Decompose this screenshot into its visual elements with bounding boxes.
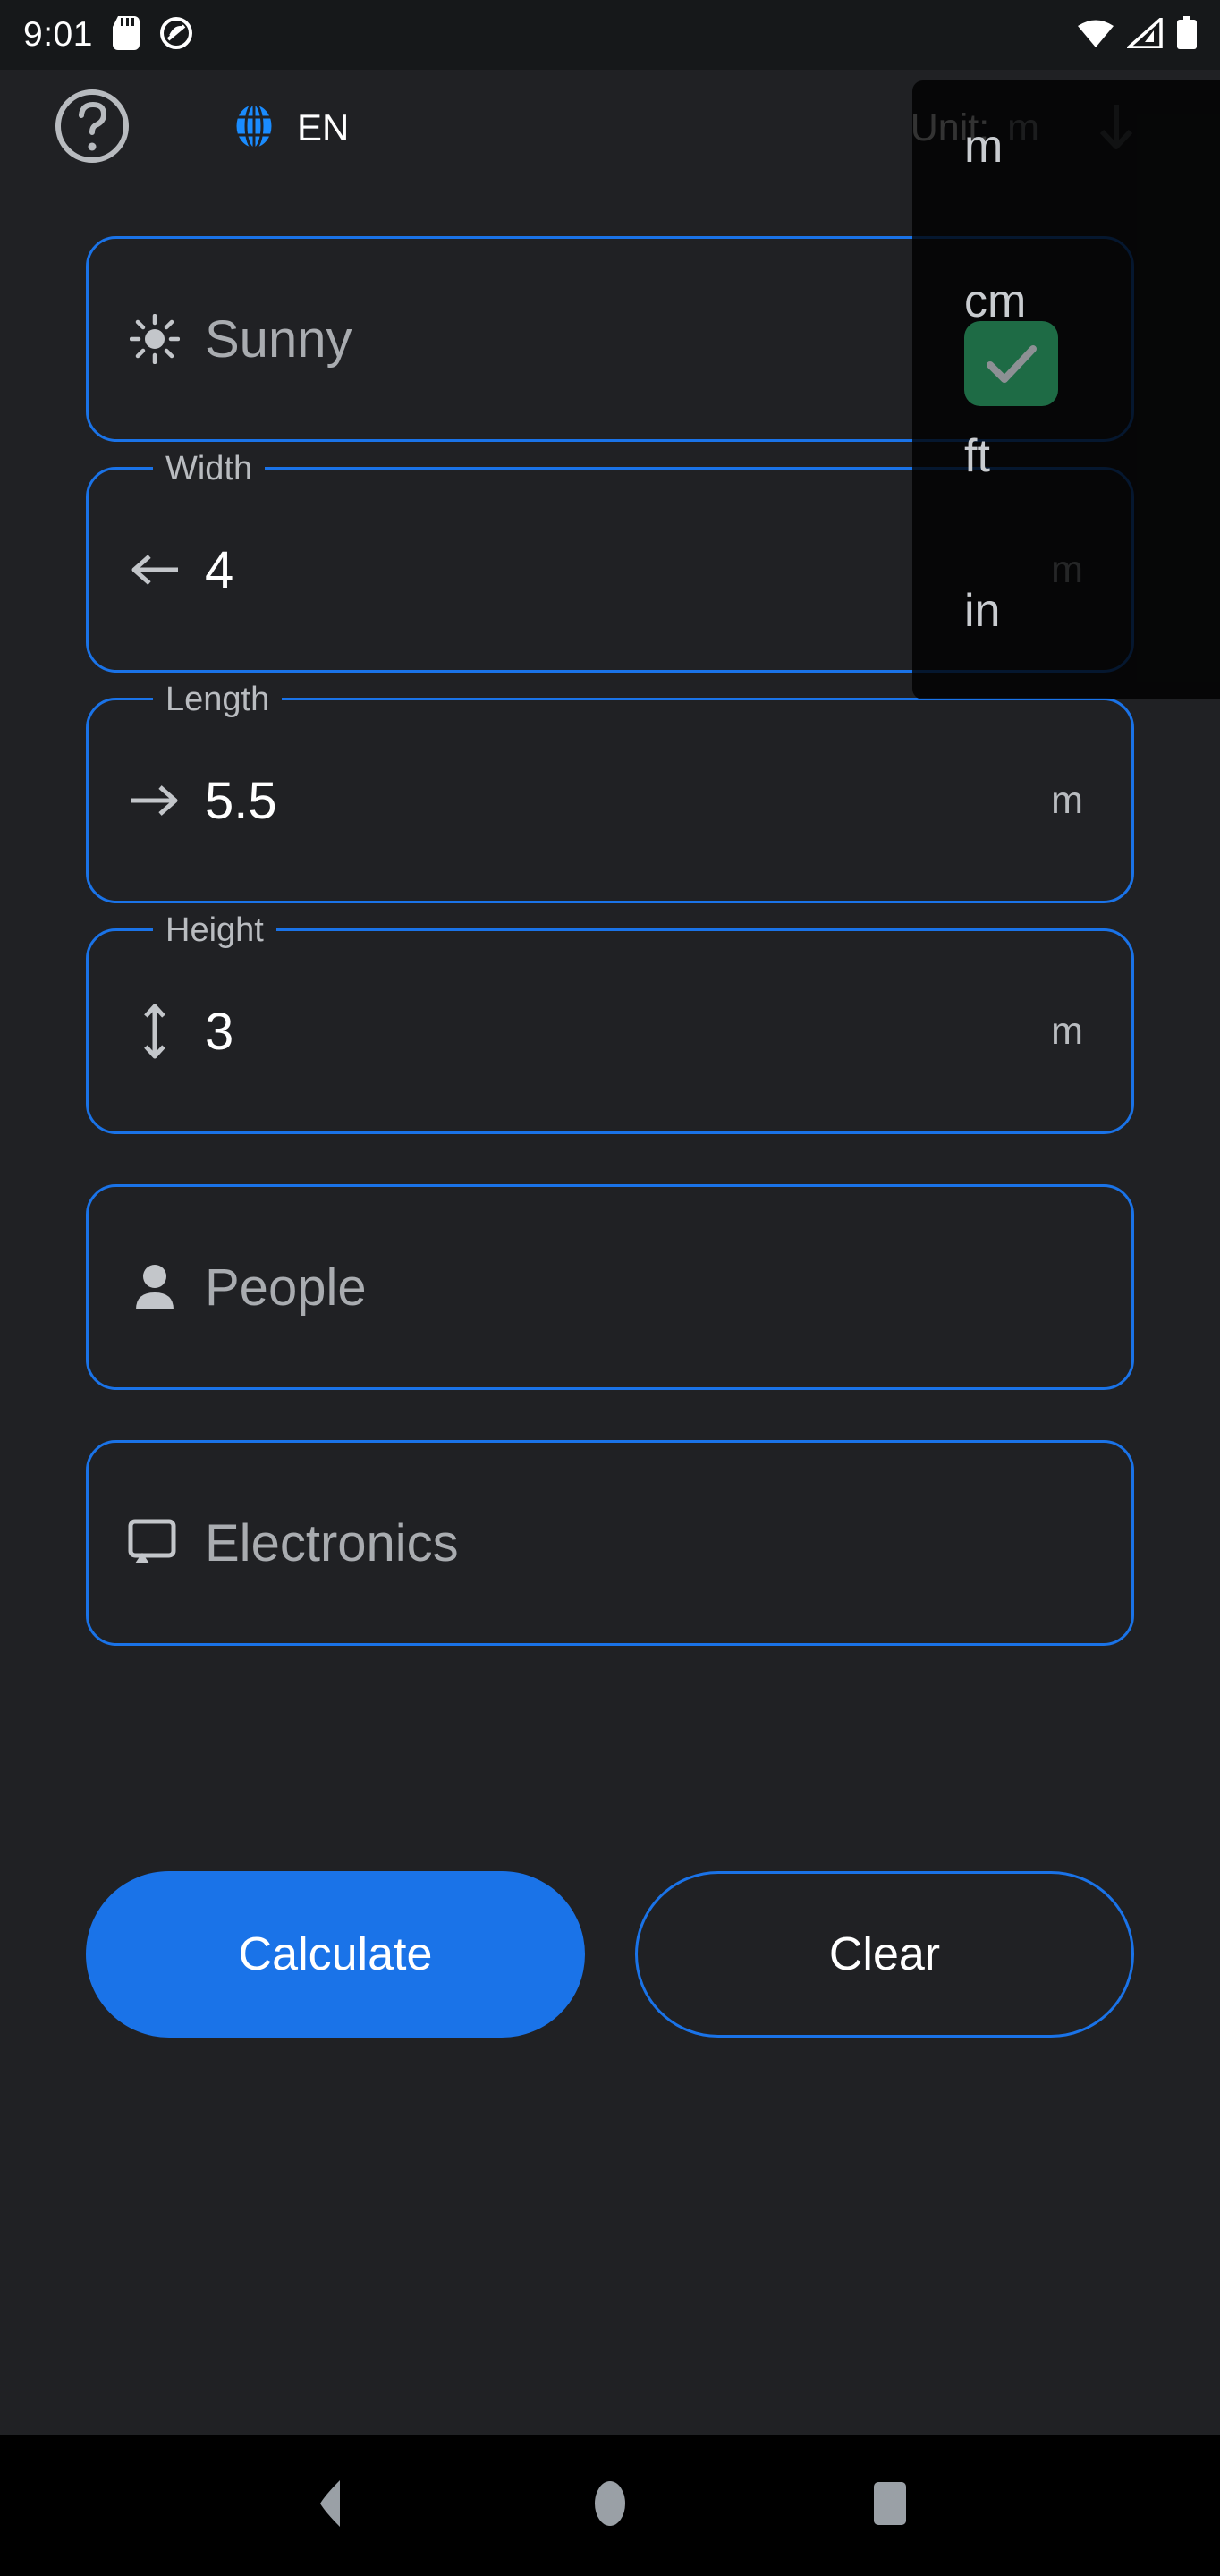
status-clock: 9:01 [23, 15, 93, 54]
field-height-value: 3 [205, 1002, 234, 1061]
field-weather-value: Sunny [205, 309, 352, 369]
unit-option-cm[interactable]: cm [912, 235, 1220, 406]
recents-square-icon [868, 2480, 911, 2531]
clear-button[interactable]: Clear [635, 1871, 1134, 2038]
field-height-label: Height [153, 908, 276, 953]
back-triangle-icon [308, 2479, 352, 2533]
person-icon [128, 1263, 182, 1311]
unit-option-in[interactable]: in [912, 545, 1220, 699]
field-length-unit: m [1051, 778, 1083, 822]
phone-screen: 9:01 EN Sunny Width 4 Length 5.5 m Heigh… [0, 0, 1220, 2576]
arrow-left-icon [128, 551, 182, 589]
home-circle-icon [589, 2479, 631, 2533]
globe-icon [231, 102, 277, 154]
language-selector[interactable]: EN [231, 102, 350, 154]
system-nav-bar [0, 2435, 1220, 2576]
sd-card-icon [112, 15, 140, 55]
unit-option-cm-label: cm [964, 275, 1027, 327]
nav-recents-button[interactable] [818, 2435, 962, 2576]
field-length-label: Length [153, 677, 283, 722]
field-height-unit: m [1051, 1009, 1083, 1053]
do-not-disturb-icon [159, 16, 193, 55]
arrow-right-icon [128, 782, 182, 819]
battery-icon [1175, 15, 1199, 55]
field-electronics[interactable]: Electronics [86, 1440, 1134, 1646]
nav-back-button[interactable] [258, 2435, 402, 2576]
calculate-button[interactable]: Calculate [86, 1871, 585, 2038]
unit-option-ft-label: ft [964, 430, 990, 482]
help-button[interactable] [54, 89, 131, 166]
action-buttons: Calculate Clear [86, 1871, 1134, 2038]
arrows-vertical-icon [128, 1004, 182, 1059]
nav-home-button[interactable] [538, 2435, 682, 2576]
unit-dropdown-menu[interactable]: m cm ft in [912, 80, 1220, 699]
field-electronics-value: Electronics [205, 1513, 459, 1572]
cellular-signal-icon [1124, 14, 1163, 53]
check-icon [964, 321, 1058, 406]
cast-device-icon [128, 1519, 182, 1567]
language-code: EN [297, 106, 350, 148]
sun-icon [128, 314, 182, 364]
field-width-value: 4 [205, 540, 234, 599]
field-length[interactable]: Length 5.5 m [86, 677, 1134, 903]
field-width-label: Width [153, 446, 266, 491]
status-bar-left: 9:01 [23, 15, 193, 55]
field-people[interactable]: People [86, 1184, 1134, 1390]
status-bar-right [1077, 14, 1199, 55]
unit-option-m[interactable]: m [912, 80, 1220, 235]
unit-option-in-label: in [964, 585, 1001, 637]
field-height[interactable]: Height 3 m [86, 908, 1134, 1134]
field-people-value: People [205, 1258, 367, 1317]
status-bar: 9:01 [0, 0, 1220, 70]
field-length-value: 5.5 [205, 771, 277, 830]
wifi-icon [1077, 18, 1114, 53]
help-circle-icon [54, 88, 131, 169]
unit-option-m-label: m [964, 121, 1004, 173]
unit-option-ft[interactable]: ft [912, 390, 1220, 545]
